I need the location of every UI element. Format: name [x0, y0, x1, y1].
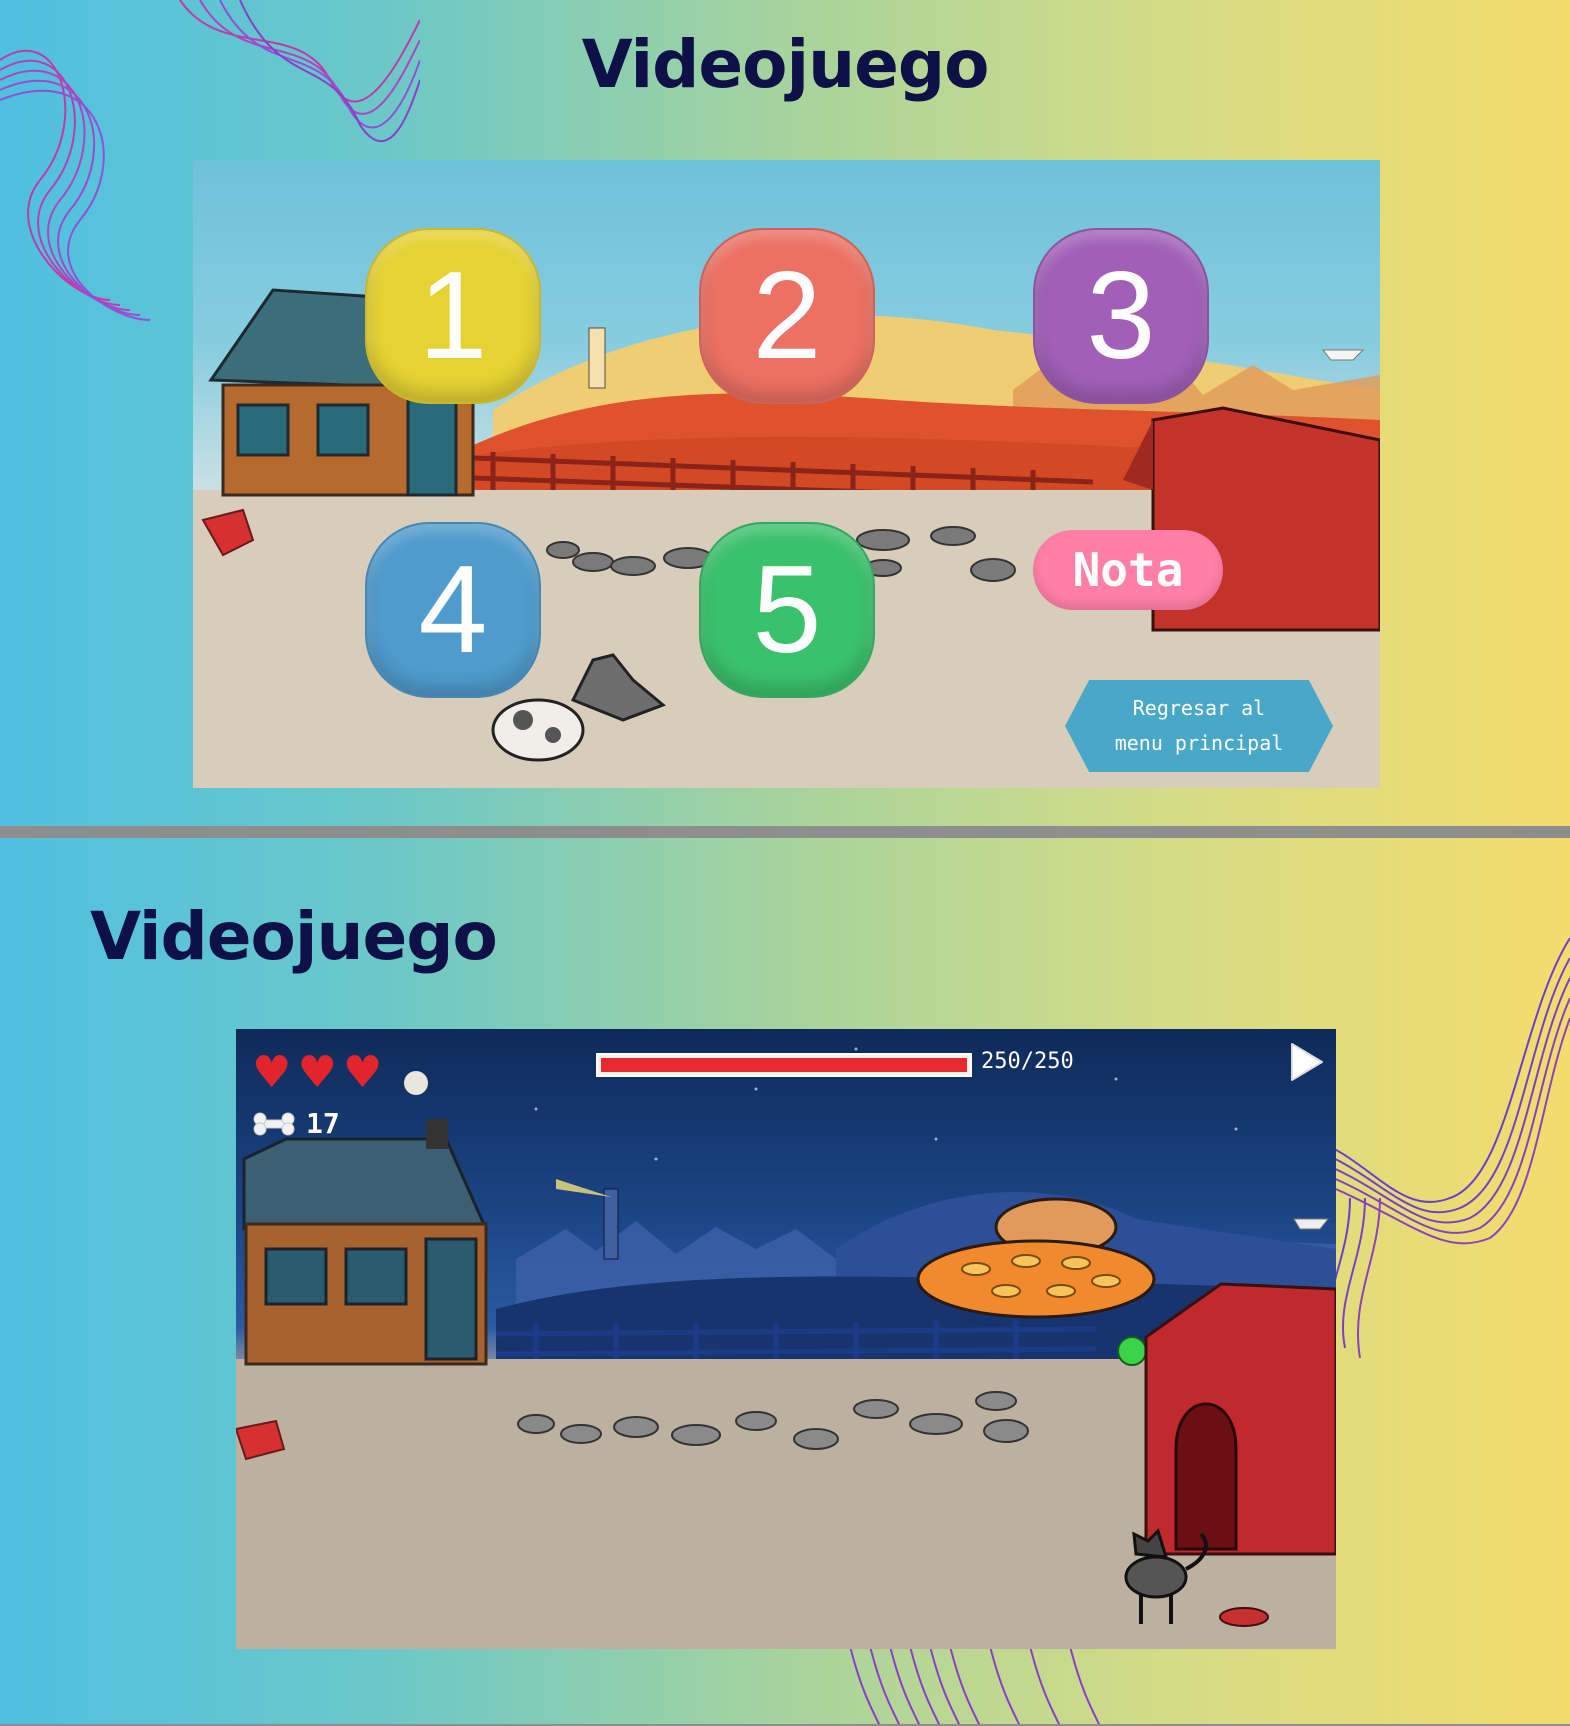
game-night-scene: [236, 1047, 1336, 1649]
level-5-label: 5: [752, 541, 822, 679]
heart-icon: ♥: [342, 1047, 383, 1098]
bone-icon: [253, 1112, 295, 1135]
lives-display: ♥ ♥ ♥: [252, 1051, 382, 1095]
level-4-button[interactable]: 4: [365, 522, 541, 698]
game-screenshot-gameplay: ♥ ♥ ♥ 17 250/250: [236, 1029, 1336, 1649]
level-3-button[interactable]: 3: [1033, 228, 1209, 404]
slide-title: Videojuego: [581, 26, 990, 103]
level-3-label: 3: [1086, 247, 1156, 385]
back-label-line1: Regresar al: [1132, 696, 1266, 720]
nota-button[interactable]: Nota: [1033, 530, 1223, 610]
doghouse-icon: [1144, 1282, 1336, 1556]
moon-icon: [404, 1071, 428, 1095]
level-1-button[interactable]: 1: [365, 228, 541, 404]
back-label-line2: menu principal: [1114, 731, 1284, 755]
level-5-button[interactable]: 5: [699, 522, 875, 698]
house-icon: [242, 1119, 489, 1366]
bone-count: 17: [306, 1107, 340, 1140]
slide-title: Videojuego: [90, 898, 498, 975]
level-1-label: 1: [418, 247, 488, 385]
slide-level-menu: Videojuego 1 2 3 4 5 Nota Regresar al me…: [0, 0, 1570, 826]
play-icon[interactable]: [1288, 1041, 1326, 1083]
level-4-label: 4: [418, 541, 488, 679]
slide-gameplay: Videojuego ♥ ♥ ♥ 17 250/250: [0, 838, 1570, 1724]
heart-icon: ♥: [252, 1047, 292, 1098]
decorative-waves-right: [1310, 937, 1570, 1358]
game-screenshot-level-menu: 1 2 3 4 5 Nota Regresar al menu principa…: [193, 160, 1380, 788]
boss-health-fill: [601, 1058, 967, 1072]
boss-health-text: 250/250: [981, 1049, 1074, 1074]
decorative-waves-bottom: [849, 1646, 1101, 1724]
back-to-main-menu-button[interactable]: Regresar al menu principal: [1065, 680, 1333, 772]
boss-health-bar: [596, 1053, 972, 1077]
heart-icon: ♥: [297, 1047, 337, 1098]
bone-counter: 17: [252, 1107, 340, 1140]
level-2-label: 2: [752, 247, 822, 385]
level-2-button[interactable]: 2: [699, 228, 875, 404]
